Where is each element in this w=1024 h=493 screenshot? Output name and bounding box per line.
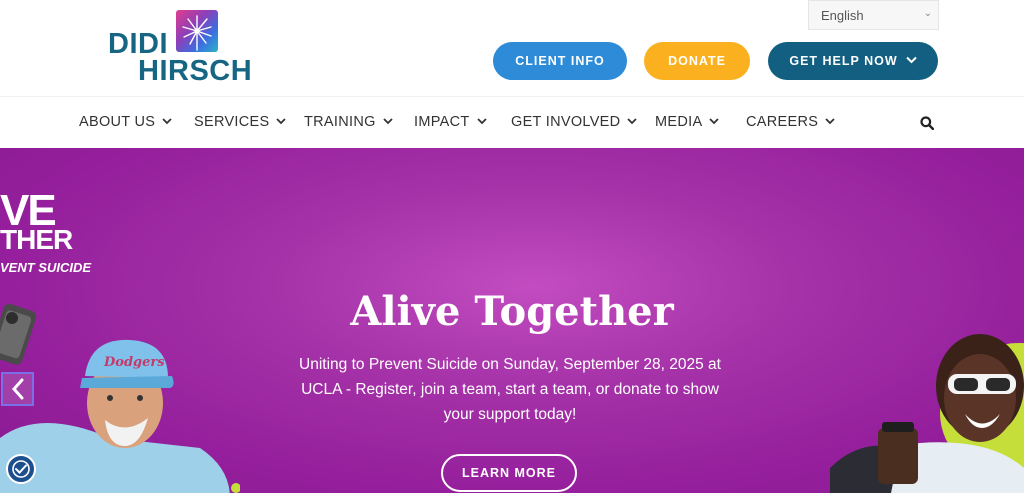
client-info-button[interactable]: CLIENT INFO: [493, 42, 627, 80]
client-info-label: CLIENT INFO: [515, 54, 605, 68]
nav-item-label: ABOUT US: [79, 114, 156, 130]
nav-item-label: CAREERS: [746, 114, 819, 130]
logo-mark-icon: [176, 10, 218, 52]
brand-line3: VENT SUICIDE: [0, 260, 92, 275]
brand-graphic: VE THER VENT SUICIDE: [0, 148, 110, 288]
get-help-label: GET HELP NOW: [789, 54, 898, 68]
nav-item-about-us[interactable]: ABOUT US: [79, 114, 172, 130]
chevron-down-icon: ⌄: [923, 8, 932, 19]
nav-item-services[interactable]: SERVICES: [194, 114, 287, 130]
nav-item-careers[interactable]: CAREERS: [746, 114, 835, 130]
donate-label: DONATE: [668, 54, 726, 68]
site-header: DIDI HIRSCH English ⌄ CLIENT INFO DONATE…: [0, 0, 1024, 96]
chevron-down-icon: [627, 117, 638, 128]
learn-more-button[interactable]: LEARN MORE: [441, 454, 577, 492]
slider-prev-button[interactable]: [1, 372, 34, 406]
nav-item-label: TRAINING: [304, 114, 376, 130]
chevron-down-icon: [276, 117, 287, 128]
nav-item-label: MEDIA: [655, 114, 703, 130]
nav-item-media[interactable]: MEDIA: [655, 114, 720, 130]
get-help-now-button[interactable]: GET HELP NOW: [768, 42, 938, 80]
brand-line2: THER: [0, 224, 73, 255]
nav-item-label: IMPACT: [414, 114, 470, 130]
person-right-image: [830, 334, 1024, 493]
chevron-left-icon: [11, 378, 23, 400]
chevron-down-icon: [709, 117, 720, 128]
logo[interactable]: DIDI HIRSCH: [108, 10, 253, 87]
learn-more-label: LEARN MORE: [461, 466, 557, 480]
logo-text-hirsch: HIRSCH: [138, 55, 253, 87]
nav-item-get-involved[interactable]: GET INVOLVED: [511, 114, 638, 130]
nav-item-label: SERVICES: [194, 114, 270, 130]
chevron-down-icon: [825, 117, 835, 128]
chevron-down-icon: [905, 55, 917, 67]
nav-item-impact[interactable]: IMPACT: [414, 114, 487, 130]
search-icon[interactable]: [920, 116, 935, 131]
chevron-down-icon: [476, 117, 487, 128]
nav-item-training[interactable]: TRAINING: [304, 114, 393, 130]
chevron-down-icon: [383, 117, 393, 128]
hero-subtitle: Uniting to Prevent Suicide on Sunday, Se…: [299, 356, 721, 423]
donate-button[interactable]: DONATE: [644, 42, 750, 80]
nav-item-label: GET INVOLVED: [511, 114, 621, 130]
page: DIDI HIRSCH English ⌄ CLIENT INFO DONATE…: [0, 0, 1024, 493]
cap-text: Dodgers: [103, 355, 165, 370]
language-select[interactable]: English ⌄: [808, 0, 939, 30]
accessibility-icon[interactable]: [6, 454, 36, 484]
hero-slider: VE THER VENT SUICIDE Dodgers Alive Toget…: [0, 148, 1024, 493]
hero-title: Alive Together: [350, 288, 674, 335]
language-select-value: English: [821, 8, 864, 23]
chevron-down-icon: [162, 117, 172, 128]
main-nav: ABOUT US SERVICES TRAINING IMPACT GET IN…: [0, 96, 1024, 148]
